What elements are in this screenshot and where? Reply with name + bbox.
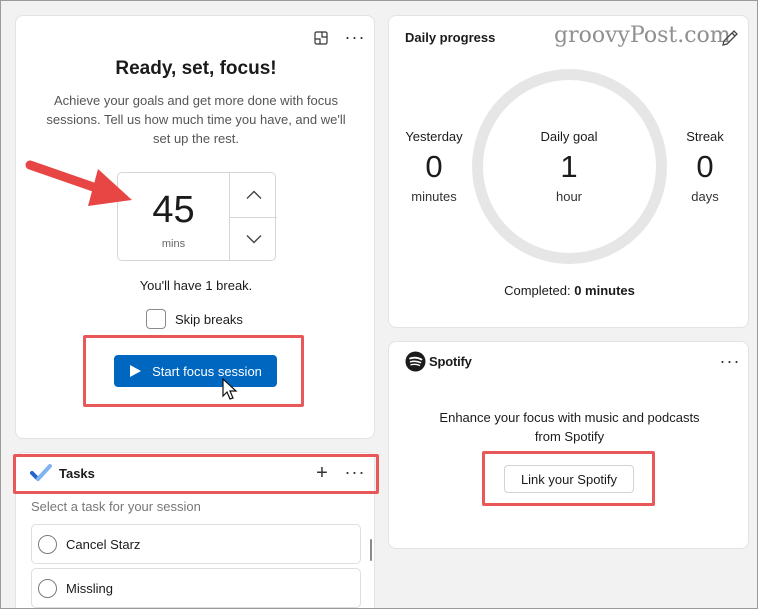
start-focus-session-label: Start focus session [152,363,262,379]
spotify-more-options-icon[interactable]: ··· [717,348,743,374]
mouse-cursor-icon [222,378,238,400]
compact-mode-icon[interactable] [308,25,334,51]
tasks-more-options-icon[interactable]: ··· [342,459,368,485]
tasks-card: Tasks + ··· Select a task for your sessi… [15,452,375,609]
edit-pencil-icon[interactable] [720,28,740,48]
streak-stat: Streak 0 days [673,129,737,204]
watermark: groovyPost.com [554,23,731,48]
spotify-description: Enhance your focus with music and podcas… [439,410,700,444]
daily-goal-stat[interactable]: Daily goal 1 hour [519,129,619,204]
spotify-brand-text: Spotify [429,354,472,369]
daily-goal-unit: hour [555,189,583,204]
task-radio[interactable] [38,578,57,598]
daily-goal-value: 1 [560,149,578,184]
task-item[interactable]: Missling [31,568,361,608]
daily-progress-title: Daily progress [405,30,496,45]
todo-check-icon [30,464,52,481]
tasks-scrollbar[interactable] [370,539,372,561]
tasks-title: Tasks [59,466,95,481]
tasks-header: Tasks + ··· [16,453,376,493]
yesterday-unit: minutes [411,189,457,204]
daily-goal-label: Daily goal [540,129,598,144]
spotify-card: Spotify ··· Enhance your focus with musi… [388,341,749,549]
annotation-arrow-icon [25,160,132,206]
focus-description: Achieve your goals and get more done wit… [46,93,346,146]
streak-value: 0 [696,149,714,184]
increase-time-button[interactable] [230,173,277,216]
break-info: You'll have 1 break. [139,278,253,293]
timer-unit: mins [161,238,186,250]
task-label: Missling [66,580,113,596]
completed-value: 0 minutes [574,283,635,298]
skip-breaks-checkbox[interactable] [146,309,166,329]
focus-session-card: ··· Ready, set, focus! Achieve your goal… [15,15,375,439]
yesterday-stat: Yesterday 0 minutes [393,129,475,204]
streak-unit: days [691,189,719,204]
skip-breaks-row[interactable]: Skip breaks [146,309,243,329]
link-spotify-button[interactable]: Link your Spotify [504,465,634,493]
chevron-down-icon [246,235,261,244]
timer-picker[interactable]: 45 mins [117,172,277,261]
streak-label: Streak [686,129,724,144]
completed-label: Completed: [504,283,571,298]
task-label: Cancel Starz [66,536,141,552]
daily-progress-card: Daily progress groovyPost.com Yesterday … [388,15,749,328]
chevron-up-icon [246,190,261,199]
yesterday-value: 0 [425,149,443,184]
skip-breaks-label: Skip breaks [175,311,243,327]
start-focus-session-button[interactable]: Start focus session [114,355,277,387]
spotify-icon [405,351,426,372]
add-task-icon[interactable]: + [309,460,335,486]
more-options-icon[interactable]: ··· [342,24,368,50]
play-icon [130,365,142,377]
focus-title: Ready, set, focus! [115,58,277,79]
decrease-time-button[interactable] [230,217,277,260]
timer-stepper [229,173,277,260]
task-item[interactable]: Cancel Starz [31,524,361,564]
completed-summary: Completed: 0 minutes [389,283,750,298]
spotify-logo: Spotify [405,351,472,372]
yesterday-label: Yesterday [405,129,463,144]
tasks-subtitle: Select a task for your session [31,499,201,514]
task-radio[interactable] [38,534,57,554]
